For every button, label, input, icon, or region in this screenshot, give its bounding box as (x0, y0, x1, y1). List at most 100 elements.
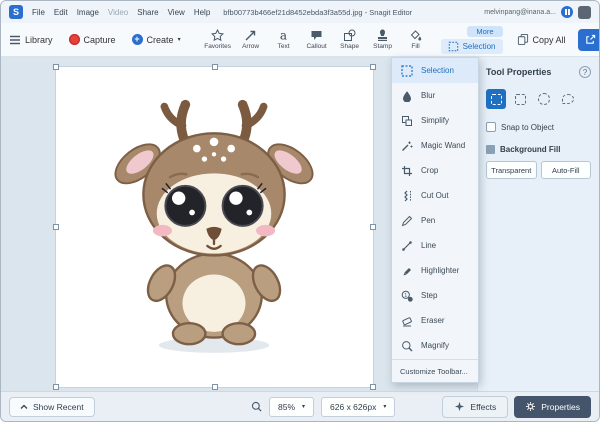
tool-arrow[interactable]: Arrow (238, 29, 264, 50)
snap-to-object-label: Snap to Object (501, 122, 554, 132)
selection-shape-row (486, 89, 591, 109)
image-artboard[interactable] (53, 64, 376, 390)
show-recent-button[interactable]: Show Recent (9, 396, 95, 417)
tool-shape[interactable]: Shape (337, 29, 363, 50)
lasso-selection-icon (562, 94, 574, 104)
account-avatar[interactable] (561, 6, 573, 18)
canvas-size-dropdown[interactable]: 626 x 626px ▾ (321, 396, 396, 417)
line-icon (402, 240, 412, 251)
account-email: melvinpang@inana.a... (484, 8, 556, 16)
deer-illustration (114, 99, 314, 353)
more-button[interactable]: More (467, 25, 503, 37)
window-title: bfb00773b466ef21d8452ebda3f3a55d.jpg - S… (223, 7, 413, 17)
menu-item-highlighter[interactable]: Highlighter (392, 258, 478, 283)
account-area: melvinpang@inana.a... (484, 5, 591, 19)
menu-item-blur[interactable]: Blur (392, 83, 478, 108)
menu-item-cut-out[interactable]: Cut Out (392, 183, 478, 208)
help-button[interactable]: ? (579, 66, 591, 78)
menu-item-simplify[interactable]: Simplify (392, 108, 478, 133)
menu-video: Video (107, 7, 129, 17)
menu-item-pen[interactable]: Pen (392, 208, 478, 233)
selection-more-stack: More Selection (440, 25, 503, 54)
menu-item-selection[interactable]: Selection (392, 58, 478, 83)
shape-icon (344, 29, 356, 41)
auto-fill-button[interactable]: Auto-Fill (540, 161, 591, 179)
zoom-dropdown[interactable]: 85% ▾ (269, 396, 315, 417)
create-plus-icon: + (131, 34, 143, 45)
svg-text:a: a (280, 29, 287, 42)
share-link-button[interactable]: Share Link ▾ (577, 28, 599, 51)
copy-all-button[interactable]: Copy All (517, 33, 566, 46)
highlighter-icon (403, 267, 411, 275)
library-button[interactable]: Library (9, 34, 53, 46)
step-icon: 1 (401, 290, 413, 302)
customize-toolbar-item[interactable]: Customize Toolbar... (392, 361, 478, 382)
properties-button[interactable]: Properties (514, 395, 591, 418)
main-toolbar: Library Capture + Create ▾ Favorites Arr… (1, 23, 599, 57)
chevron-down-icon: ▾ (302, 404, 306, 410)
chevron-down-icon: ▾ (177, 37, 181, 43)
selection-handle-n[interactable] (211, 64, 218, 70)
selection-icon (448, 41, 458, 51)
selection-handle-w[interactable] (53, 224, 59, 230)
panel-title: Tool Properties (486, 67, 552, 77)
create-label: Create (146, 34, 174, 45)
transparent-button[interactable]: Transparent (486, 161, 537, 179)
menubar: S File Edit Image Video Share View Help … (1, 1, 599, 23)
tool-fill[interactable]: Fill (403, 29, 429, 50)
selection-tool-button[interactable]: Selection (440, 38, 503, 54)
sparkle-icon (455, 401, 465, 412)
menu-file[interactable]: File (32, 8, 45, 17)
ellipse-selection-button[interactable] (534, 89, 554, 109)
library-icon (10, 35, 20, 44)
selection-handle-se[interactable] (370, 384, 376, 390)
tool-callout[interactable]: Callout (304, 29, 330, 50)
rect-selection-button[interactable] (486, 89, 506, 109)
library-label: Library (25, 34, 53, 45)
text-icon: a (280, 29, 287, 42)
profile-chip[interactable] (578, 5, 591, 19)
menu-view[interactable]: View (168, 8, 185, 17)
lasso-selection-button[interactable] (558, 89, 578, 109)
snap-to-object-checkbox[interactable] (486, 122, 496, 132)
tool-properties-panel: Tool Properties ? Snap to Object Backgro… (477, 57, 599, 391)
effects-button[interactable]: Effects (442, 395, 509, 418)
share-icon (585, 34, 595, 44)
more-tools-menu: Selection Blur Simplify Magic Wand Crop … (391, 57, 479, 383)
capture-button[interactable]: Capture (68, 34, 116, 45)
capture-icon (68, 34, 80, 45)
selection-handle-s[interactable] (211, 384, 218, 390)
blur-icon (403, 90, 411, 102)
tool-stamp[interactable]: Stamp (370, 29, 396, 50)
copy-icon (517, 33, 528, 46)
snagit-logo-icon[interactable]: S (9, 5, 23, 19)
selection-handle-nw[interactable] (53, 64, 59, 70)
tool-favorites[interactable]: Favorites (204, 29, 231, 50)
zoom-controls: 85% ▾ 626 x 626px ▾ (251, 396, 396, 417)
menu-item-step[interactable]: 1 Step (392, 283, 478, 308)
selection-handle-ne[interactable] (370, 64, 376, 70)
fill-icon (410, 30, 422, 41)
create-button[interactable]: + Create ▾ (131, 34, 181, 45)
menu-item-magic-wand[interactable]: Magic Wand (392, 133, 478, 158)
menu-image[interactable]: Image (77, 8, 99, 17)
status-bar: Show Recent 85% ▾ 626 x 626px ▾ Effects … (1, 391, 599, 421)
tool-text[interactable]: a Text (271, 29, 297, 50)
snagit-editor-window: S File Edit Image Video Share View Help … (0, 0, 600, 422)
rounded-selection-button[interactable] (510, 89, 530, 109)
cut-out-icon (404, 190, 411, 201)
menu-item-magnify[interactable]: Magnify (392, 333, 478, 358)
menu-edit[interactable]: Edit (54, 8, 68, 17)
background-fill-label: Background Fill (500, 145, 561, 154)
rect-selection-icon (490, 93, 502, 105)
callout-icon (311, 31, 322, 40)
divider (392, 359, 478, 360)
menu-share[interactable]: Share (137, 8, 158, 17)
selection-handle-e[interactable] (370, 224, 376, 230)
menu-item-eraser[interactable]: Eraser (392, 308, 478, 333)
menu-item-line[interactable]: Line (392, 233, 478, 258)
simplify-icon (402, 115, 412, 126)
menu-item-crop[interactable]: Crop (392, 158, 478, 183)
menu-help[interactable]: Help (194, 8, 210, 17)
selection-handle-sw[interactable] (53, 384, 59, 390)
